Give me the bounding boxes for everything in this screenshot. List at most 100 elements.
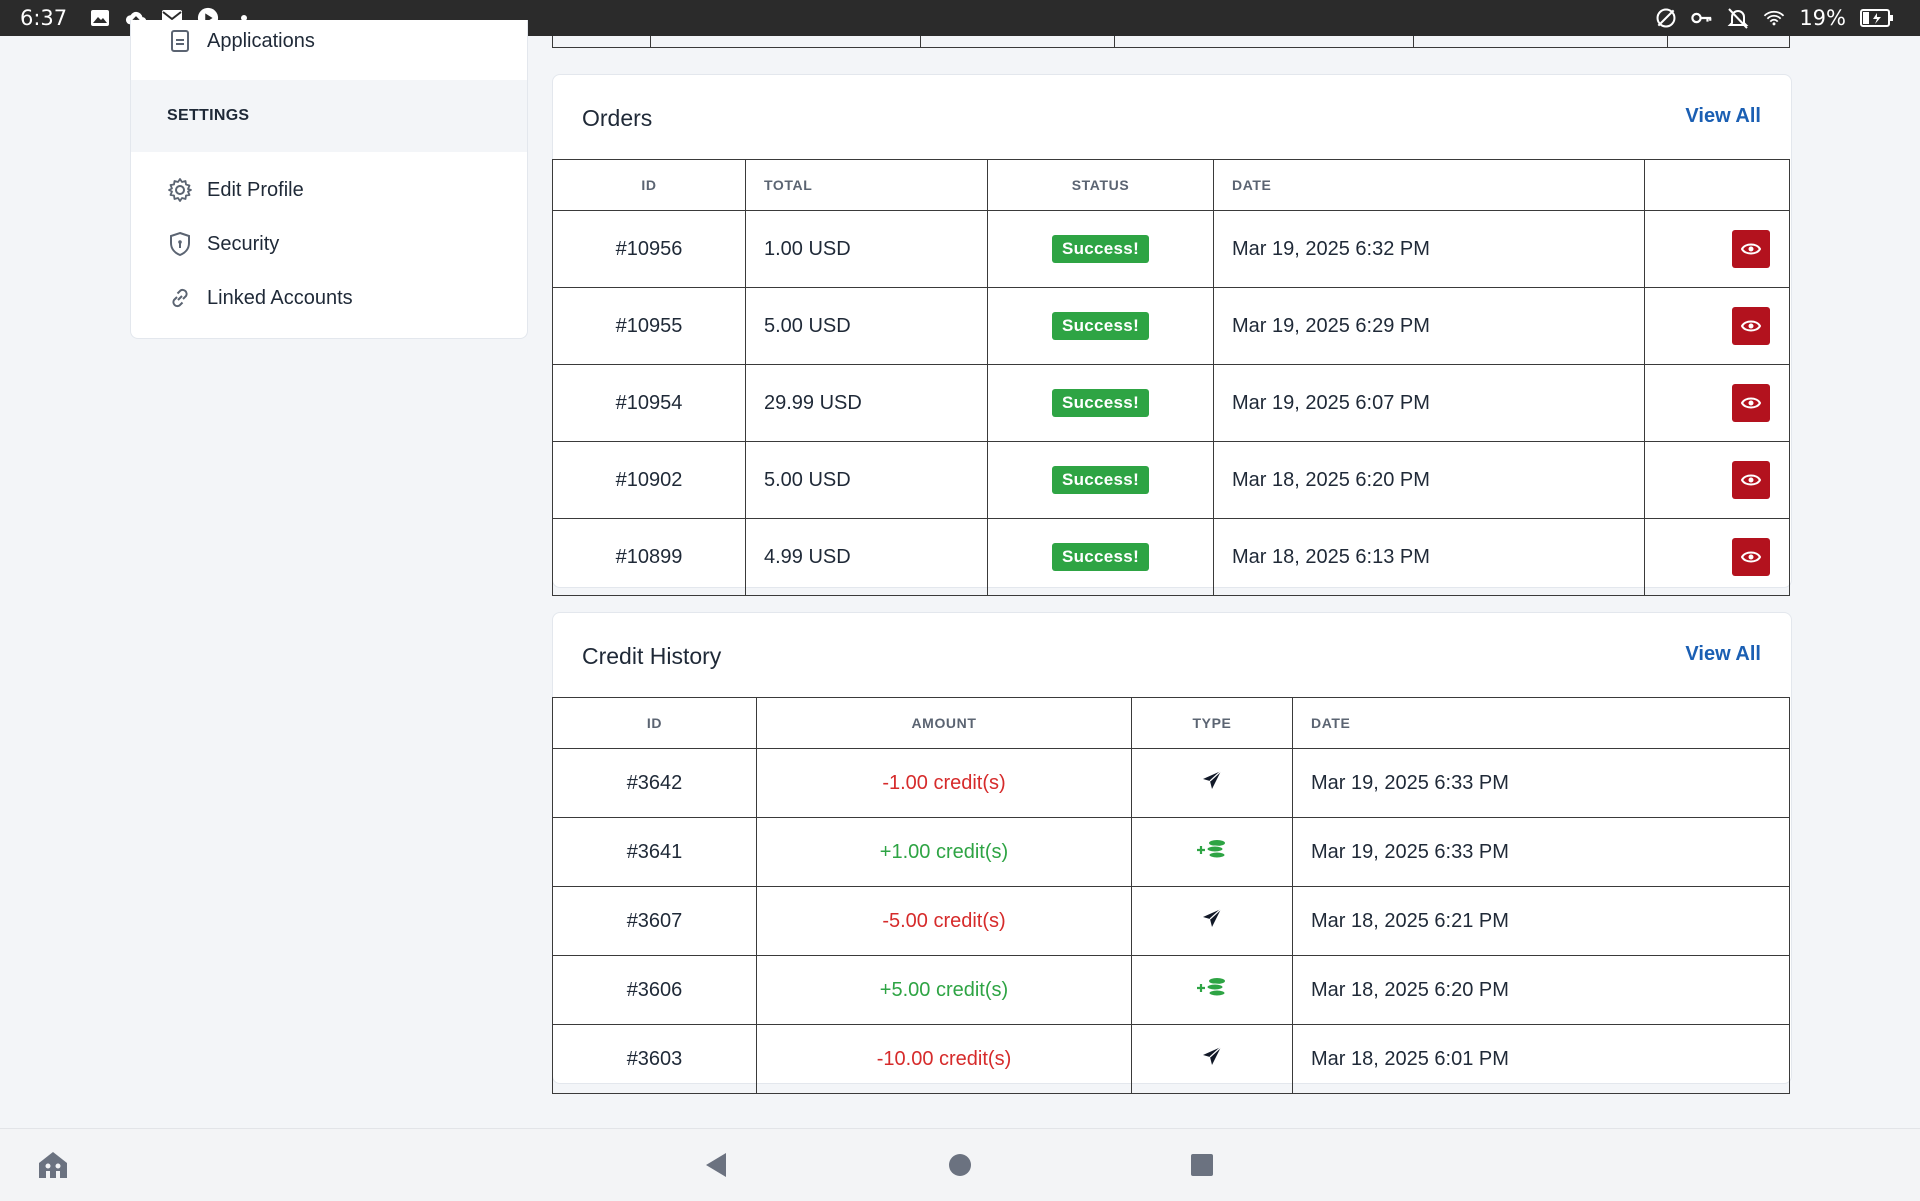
order-id: #10956: [552, 210, 746, 288]
credit-date: Mar 19, 2025 6:33 PM: [1292, 748, 1790, 818]
credit-id: #3642: [552, 748, 757, 818]
vpn-key-icon: [1691, 7, 1713, 29]
table-row: #10956 1.00 USD Success! Mar 19, 2025 6:…: [552, 210, 1790, 288]
add-coins-icon: [1197, 840, 1226, 859]
sidebar-item-label: Security: [207, 232, 280, 255]
order-total: 4.99 USD: [745, 518, 988, 596]
sidebar-item-applications[interactable]: Applications: [167, 28, 315, 54]
orders-table: ID TOTAL STATUS DATE #10956 1.00 USD Suc…: [552, 159, 1790, 596]
link-icon: [172, 288, 188, 308]
orders-view-all-link[interactable]: View All: [1685, 105, 1761, 128]
order-date: Mar 19, 2025 6:29 PM: [1213, 287, 1645, 365]
view-order-button[interactable]: [1732, 230, 1770, 268]
status-badge: Success!: [1051, 235, 1150, 263]
credit-history-title: Credit History: [582, 643, 722, 669]
column-header-total: TOTAL: [745, 159, 988, 211]
sidebar-item-linked-accounts[interactable]: Linked Accounts: [167, 285, 353, 311]
view-order-button[interactable]: [1732, 384, 1770, 422]
view-order-button[interactable]: [1732, 461, 1770, 499]
status-time: 6:37: [20, 6, 68, 30]
credit-history-view-all-link[interactable]: View All: [1685, 643, 1761, 666]
column-header-id: ID: [552, 159, 746, 211]
status-badge: Success!: [1051, 312, 1150, 340]
eye-icon: [1741, 474, 1761, 486]
sidebar-item-security[interactable]: Security: [167, 231, 279, 257]
home-launcher-icon[interactable]: [36, 1149, 70, 1186]
eye-icon: [1741, 243, 1761, 255]
credit-date: Mar 19, 2025 6:33 PM: [1292, 817, 1790, 887]
credit-amount: -1.00 credit(s): [756, 748, 1132, 818]
sidebar-item-label: Linked Accounts: [207, 286, 353, 309]
credit-amount: +1.00 credit(s): [756, 817, 1132, 887]
image-icon: [89, 7, 111, 29]
status-badge: Success!: [1051, 466, 1150, 494]
recents-button[interactable]: [1190, 1153, 1214, 1182]
order-id: #10954: [552, 364, 746, 442]
status-badge: Success!: [1051, 543, 1150, 571]
column-header-type: TYPE: [1131, 697, 1293, 749]
battery-charging-icon: [1860, 7, 1894, 29]
credit-amount: -5.00 credit(s): [756, 886, 1132, 956]
home-button[interactable]: [948, 1153, 972, 1182]
send-icon: [1203, 1046, 1222, 1065]
order-total: 1.00 USD: [745, 210, 988, 288]
status-badge: Success!: [1051, 389, 1150, 417]
credit-history-table: ID AMOUNT TYPE DATE #3642 -1.00 credit(s…: [552, 697, 1790, 1094]
settings-section-heading: SETTINGS: [131, 80, 527, 152]
eye-icon: [1741, 320, 1761, 332]
send-icon: [1203, 908, 1222, 927]
table-row: #3603 -10.00 credit(s) Mar 18, 2025 6:01…: [552, 1024, 1790, 1094]
sidebar-item-label: Edit Profile: [207, 178, 304, 201]
credit-id: #3607: [552, 886, 757, 956]
view-order-button[interactable]: [1732, 307, 1770, 345]
credit-date: Mar 18, 2025 6:21 PM: [1292, 886, 1790, 956]
order-id: #10955: [552, 287, 746, 365]
eye-icon: [1741, 551, 1761, 563]
table-row: #3607 -5.00 credit(s) Mar 18, 2025 6:21 …: [552, 886, 1790, 956]
table-row: #10954 29.99 USD Success! Mar 19, 2025 6…: [552, 364, 1790, 442]
table-row: #10902 5.00 USD Success! Mar 18, 2025 6:…: [552, 441, 1790, 519]
shield-icon: [170, 231, 190, 257]
gear-icon: [168, 178, 192, 202]
table-row: #3642 -1.00 credit(s) Mar 19, 2025 6:33 …: [552, 748, 1790, 818]
notifications-off-icon: [1727, 7, 1749, 29]
table-row: #10899 4.99 USD Success! Mar 18, 2025 6:…: [552, 518, 1790, 596]
navigation-bar: [0, 1128, 1920, 1201]
order-total: 5.00 USD: [745, 287, 988, 365]
column-header-status: STATUS: [987, 159, 1214, 211]
add-coins-icon: [1197, 978, 1226, 997]
previous-table-bottom-edge: [552, 36, 1790, 48]
credit-amount: -10.00 credit(s): [756, 1024, 1132, 1094]
order-id: #10902: [552, 441, 746, 519]
column-header-date: DATE: [1292, 697, 1790, 749]
credit-history-card: Credit History View All ID AMOUNT TYPE D…: [552, 612, 1792, 1094]
table-row: #3641 +1.00 credit(s) Mar 19, 2025 6:33 …: [552, 817, 1790, 887]
orders-card: Orders View All ID TOTAL STATUS DATE #10…: [552, 74, 1792, 596]
column-header-actions: [1644, 159, 1790, 211]
table-row: #3606 +5.00 credit(s) Mar 18, 2025 6:20 …: [552, 955, 1790, 1025]
sidebar-item-label: Applications: [207, 29, 315, 52]
order-date: Mar 18, 2025 6:13 PM: [1213, 518, 1645, 596]
eye-icon: [1741, 397, 1761, 409]
order-date: Mar 18, 2025 6:20 PM: [1213, 441, 1645, 519]
sidebar-item-edit-profile[interactable]: Edit Profile: [167, 177, 304, 203]
credit-id: #3641: [552, 817, 757, 887]
send-icon: [1203, 770, 1222, 789]
view-order-button[interactable]: [1732, 538, 1770, 576]
back-button[interactable]: [704, 1151, 728, 1184]
credit-amount: +5.00 credit(s): [756, 955, 1132, 1025]
column-header-amount: AMOUNT: [756, 697, 1132, 749]
settings-sidebar: Applications SETTINGS Edit Profile Secur…: [130, 20, 528, 339]
orders-title: Orders: [582, 105, 653, 131]
order-total: 5.00 USD: [745, 441, 988, 519]
credit-id: #3606: [552, 955, 757, 1025]
order-date: Mar 19, 2025 6:32 PM: [1213, 210, 1645, 288]
column-header-id: ID: [552, 697, 757, 749]
credit-id: #3603: [552, 1024, 757, 1094]
column-header-date: DATE: [1213, 159, 1645, 211]
no-sync-icon: [1655, 7, 1677, 29]
table-row: #10955 5.00 USD Success! Mar 19, 2025 6:…: [552, 287, 1790, 365]
battery-percent: 19%: [1799, 6, 1846, 30]
order-id: #10899: [552, 518, 746, 596]
document-icon: [171, 30, 189, 52]
